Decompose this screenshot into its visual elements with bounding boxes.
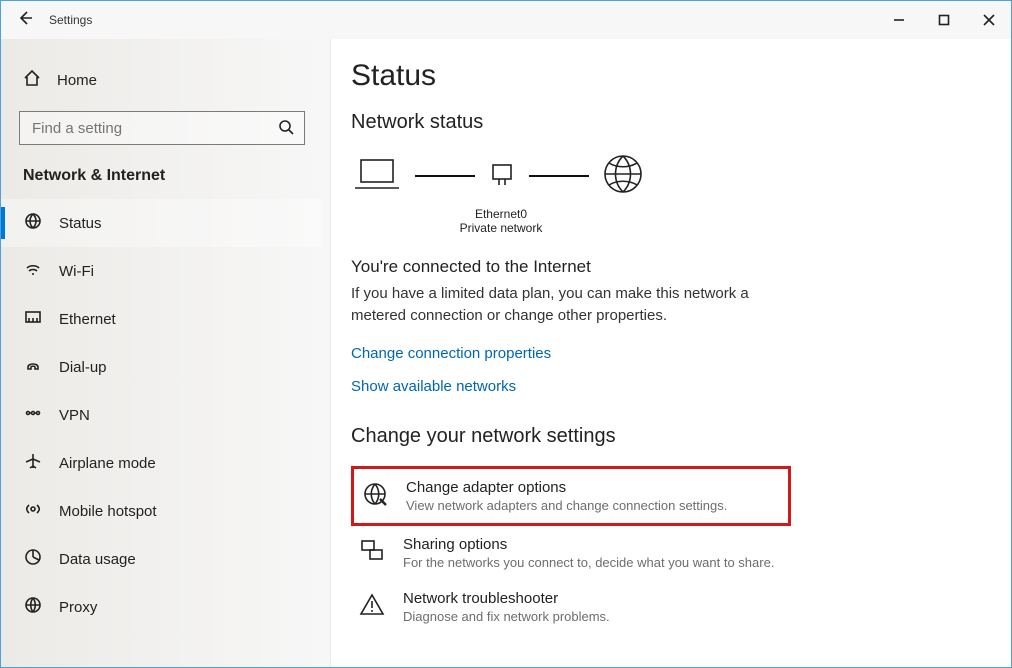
sharing-options-row[interactable]: Sharing options For the networks you con… (351, 526, 791, 580)
main-content: Status Network status Ethernet0 Private … (331, 39, 1011, 667)
sidebar-item-label: Ethernet (59, 311, 116, 328)
sidebar-item-label: Data usage (59, 551, 136, 568)
sidebar-item-datausage[interactable]: Data usage (1, 535, 321, 583)
sidebar-item-proxy[interactable]: Proxy (1, 583, 321, 631)
close-button[interactable] (966, 1, 1011, 39)
network-troubleshooter-row[interactable]: Network troubleshooter Diagnose and fix … (351, 580, 791, 634)
sidebar-item-label: VPN (59, 407, 90, 424)
connected-heading: You're connected to the Internet (351, 257, 981, 277)
maximize-button[interactable] (921, 1, 966, 39)
row-desc: View network adapters and change connect… (406, 498, 727, 513)
search-field[interactable] (30, 119, 278, 138)
row-desc: For the networks you connect to, decide … (403, 555, 774, 570)
ethernet-icon (23, 308, 43, 330)
search-icon (278, 119, 294, 138)
search-input[interactable] (19, 111, 305, 145)
sidebar: Home Network & Internet Status Wi-Fi (1, 39, 331, 667)
sidebar-section-title: Network & Internet (1, 155, 321, 191)
change-settings-heading: Change your network settings (351, 425, 981, 448)
sidebar-item-dialup[interactable]: Dial-up (1, 343, 321, 391)
row-desc: Diagnose and fix network problems. (403, 609, 610, 624)
datausage-icon (23, 548, 43, 570)
internet-globe-icon (601, 152, 645, 199)
sidebar-item-label: Dial-up (59, 359, 107, 376)
vpn-icon (23, 404, 43, 426)
sidebar-item-wifi[interactable]: Wi-Fi (1, 247, 321, 295)
home-link[interactable]: Home (1, 59, 321, 101)
network-type: Private network (351, 221, 651, 235)
network-diagram (351, 152, 981, 199)
sidebar-item-label: Wi-Fi (59, 263, 94, 280)
window-title: Settings (49, 13, 92, 27)
proxy-icon (23, 596, 43, 618)
minimize-button[interactable] (876, 1, 921, 39)
sidebar-item-label: Airplane mode (59, 455, 156, 472)
sidebar-item-airplane[interactable]: Airplane mode (1, 439, 321, 487)
airplane-icon (23, 452, 43, 474)
globe-icon (23, 212, 43, 234)
sidebar-item-label: Status (59, 215, 102, 232)
sidebar-item-ethernet[interactable]: Ethernet (1, 295, 321, 343)
sharing-icon (359, 536, 387, 570)
sidebar-item-label: Proxy (59, 599, 97, 616)
adapter-name: Ethernet0 (351, 207, 651, 221)
sidebar-item-status[interactable]: Status (1, 199, 321, 247)
home-label: Home (57, 72, 97, 89)
dialup-icon (23, 356, 43, 378)
sidebar-item-vpn[interactable]: VPN (1, 391, 321, 439)
page-title: Status (351, 59, 981, 93)
troubleshooter-icon (359, 590, 387, 624)
back-button[interactable] (1, 9, 49, 32)
window-titlebar: Settings (1, 1, 1011, 39)
wifi-icon (23, 260, 43, 282)
row-title: Network troubleshooter (403, 590, 610, 607)
row-title: Change adapter options (406, 479, 727, 496)
change-connection-properties-link[interactable]: Change connection properties (351, 345, 981, 362)
sidebar-item-label: Mobile hotspot (59, 503, 157, 520)
adapter-icon (487, 159, 517, 192)
adapter-options-icon (362, 479, 390, 513)
connected-description: If you have a limited data plan, you can… (351, 283, 771, 327)
hotspot-icon (23, 500, 43, 522)
network-status-heading: Network status (351, 111, 981, 134)
show-available-networks-link[interactable]: Show available networks (351, 378, 981, 395)
laptop-icon (351, 154, 403, 197)
change-adapter-options-row[interactable]: Change adapter options View network adap… (351, 466, 791, 526)
home-icon (23, 69, 41, 91)
sidebar-item-hotspot[interactable]: Mobile hotspot (1, 487, 321, 535)
row-title: Sharing options (403, 536, 774, 553)
